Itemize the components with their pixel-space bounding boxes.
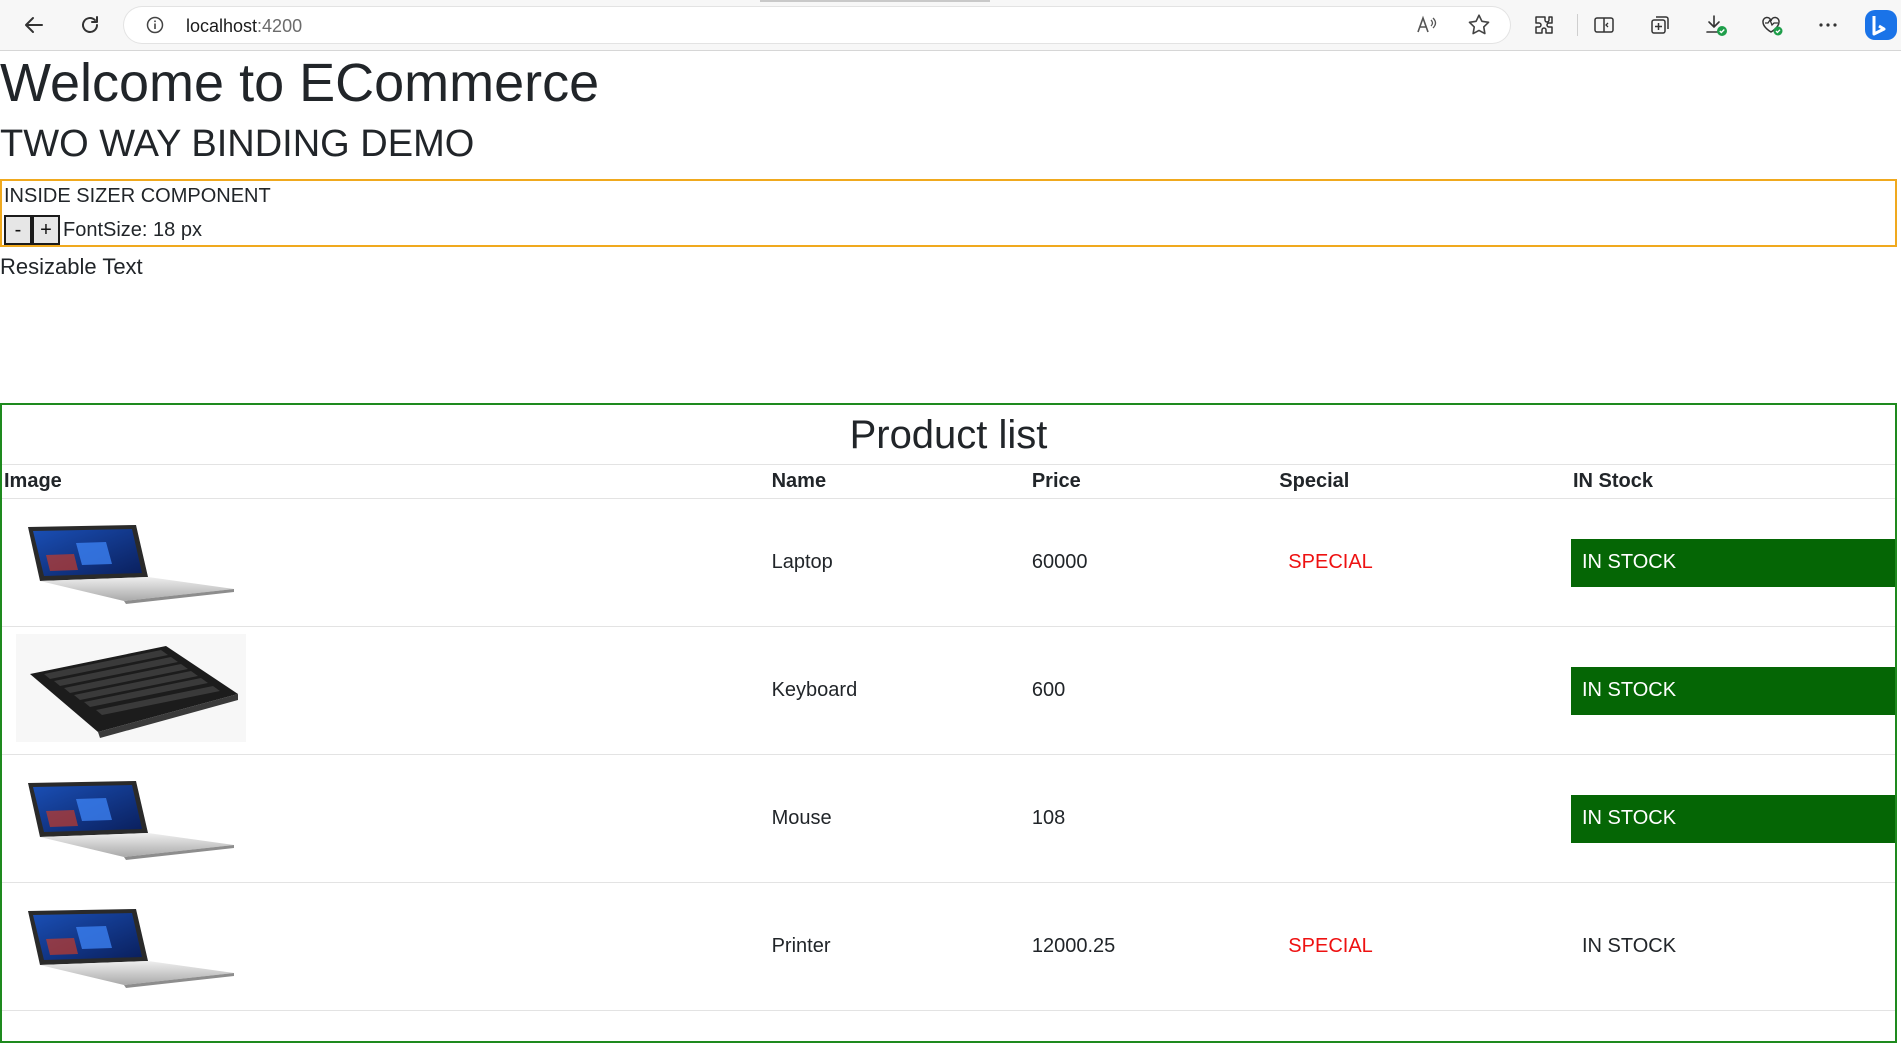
product-name: Laptop (769, 498, 1030, 627)
downloads-icon[interactable] (1700, 9, 1732, 41)
table-row: Laptop 60000 SPECIAL IN STOCK (2, 498, 1895, 627)
more-icon[interactable] (1812, 9, 1844, 41)
table-row: Printer 12000.25 SPECIAL IN STOCK (2, 882, 1895, 1011)
decrease-font-button[interactable]: - (4, 215, 32, 245)
table-row: Mouse 108 IN STOCK (2, 754, 1895, 883)
product-price: 600 (1029, 626, 1278, 755)
favorite-star-icon[interactable] (1466, 12, 1492, 43)
product-stock-cell: IN STOCK (1571, 626, 1895, 755)
sizer-label: INSIDE SIZER COMPONENT (4, 185, 271, 207)
instock-badge: IN STOCK (1571, 794, 1895, 843)
product-table: Image Name Price Special IN Stock Laptop… (2, 464, 1895, 1011)
product-image-laptop (16, 771, 236, 867)
product-stock-cell: IN STOCK (1571, 754, 1895, 883)
browser-essentials-icon[interactable] (1756, 9, 1788, 41)
product-name: Printer (769, 882, 1030, 1011)
product-stock-cell: IN STOCK (1571, 882, 1895, 1011)
product-special: SPECIAL (1277, 882, 1571, 1011)
product-price: 12000.25 (1029, 882, 1278, 1011)
refresh-icon[interactable] (74, 9, 106, 41)
product-image-keyboard (16, 633, 246, 748)
page-title: Welcome to ECommerce (0, 53, 600, 113)
table-row: Keyboard 600 IN STOCK (2, 626, 1895, 755)
instock-badge: IN STOCK (1571, 666, 1895, 715)
url-port: :4200 (257, 16, 303, 36)
product-image-laptop (16, 515, 236, 611)
product-rows: Laptop 60000 SPECIAL IN STOCK Keyboard 600 IN… (2, 498, 1895, 1011)
sizer-component: INSIDE SIZER COMPONENT - + FontSize: 18 … (0, 179, 1897, 247)
split-screen-icon[interactable] (1588, 9, 1620, 41)
product-image-cell (2, 754, 770, 883)
address-url[interactable]: localhost:4200 (186, 16, 302, 37)
page-content: Welcome to ECommerce TWO WAY BINDING DEM… (0, 51, 1901, 1043)
product-name: Keyboard (769, 626, 1030, 755)
increase-font-button[interactable]: + (32, 215, 60, 245)
product-image-laptop (16, 899, 236, 995)
product-special (1277, 626, 1571, 755)
read-aloud-icon[interactable] (1414, 12, 1440, 43)
header-special: Special (1277, 464, 1571, 499)
resizable-text: Resizable Text (0, 254, 143, 279)
product-list-title: Product list (849, 413, 1048, 457)
product-price: 108 (1029, 754, 1278, 883)
page-subtitle: TWO WAY BINDING DEMO (0, 123, 475, 165)
product-image-cell (2, 626, 770, 755)
address-bar[interactable]: localhost:4200 (124, 7, 1510, 43)
info-icon[interactable] (146, 16, 164, 39)
extensions-icon[interactable] (1528, 9, 1560, 41)
product-name: Mouse (769, 754, 1030, 883)
font-size-label: FontSize: 18 px (63, 219, 202, 241)
header-image: Image (2, 464, 770, 499)
product-list-panel: Product list Image Name Price Special IN… (0, 403, 1897, 1043)
header-name: Name (769, 464, 1030, 499)
product-price: 60000 (1029, 498, 1278, 627)
copilot-icon[interactable] (1862, 9, 1898, 41)
product-image-cell (2, 498, 770, 627)
browser-toolbar: localhost:4200 (0, 0, 1901, 51)
toolbar-separator (1577, 14, 1578, 36)
collections-icon[interactable] (1644, 9, 1676, 41)
product-special: SPECIAL (1277, 498, 1571, 627)
instock-badge: IN STOCK (1582, 935, 1677, 957)
product-special (1277, 754, 1571, 883)
instock-badge: IN STOCK (1571, 538, 1895, 587)
tab-strip-edge (760, 0, 990, 2)
product-stock-cell: IN STOCK (1571, 498, 1895, 627)
back-icon[interactable] (18, 9, 50, 41)
url-host: localhost (186, 16, 258, 36)
product-image-cell (2, 882, 770, 1011)
table-header-row: Image Name Price Special IN Stock (2, 464, 1895, 499)
header-instock: IN Stock (1571, 464, 1895, 499)
header-price: Price (1029, 464, 1278, 499)
